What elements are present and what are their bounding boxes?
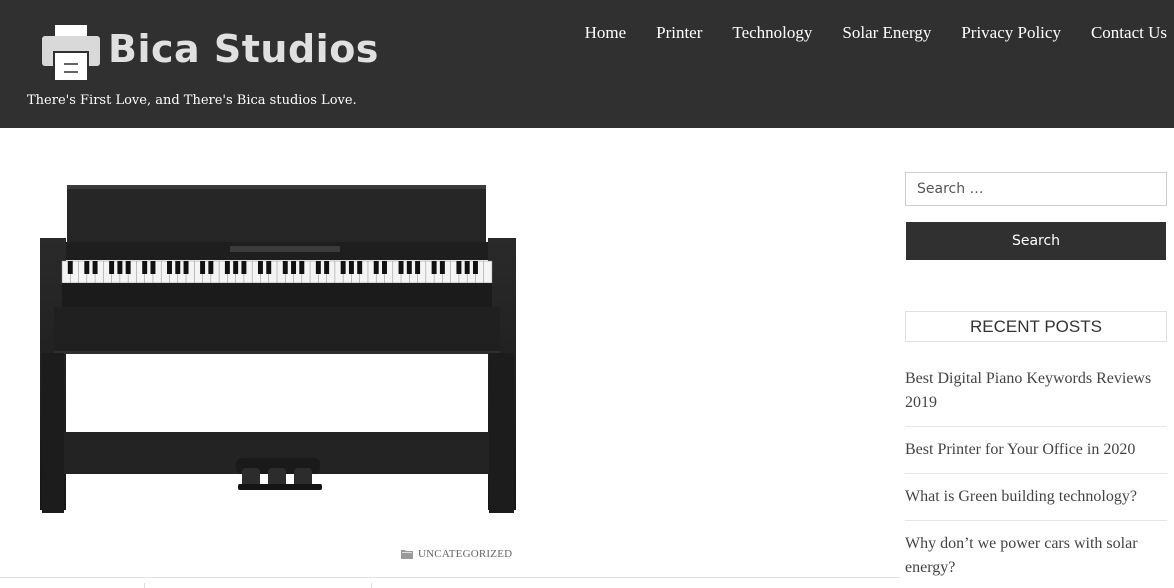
recent-posts-list: Best Digital Piano Keywords Reviews 2019… [905, 366, 1167, 588]
divider [0, 577, 900, 578]
site-title[interactable]: Bica Studios [108, 26, 379, 72]
nav-item-technology[interactable]: Technology [717, 20, 827, 46]
site-tagline: There's First Love, and There's Bica stu… [27, 93, 357, 108]
recent-post-link[interactable]: Best Printer for Your Office in 2020 [905, 438, 1167, 462]
list-item: Why don’t we power cars with solar energ… [905, 531, 1167, 588]
post-category: UNCATEGORIZED [400, 548, 512, 560]
digital-piano-image[interactable] [30, 170, 530, 530]
nav-item-solar-energy[interactable]: Solar Energy [827, 20, 946, 46]
recent-posts-title: RECENT POSTS [905, 311, 1167, 342]
divider-tick [144, 583, 145, 588]
search-button[interactable]: Search [906, 222, 1166, 260]
recent-post-link[interactable]: Best Digital Piano Keywords Reviews 2019 [905, 367, 1167, 415]
search-input[interactable] [905, 172, 1167, 206]
nav-item-home[interactable]: Home [570, 20, 642, 46]
nav-item-contact-us[interactable]: Contact Us [1076, 20, 1167, 46]
recent-post-link[interactable]: Why don’t we power cars with solar energ… [905, 532, 1167, 580]
folder-icon [401, 550, 413, 559]
site-header: Bica Studios There's First Love, and The… [0, 0, 1174, 128]
divider-tick [371, 583, 372, 588]
nav-item-privacy-policy[interactable]: Privacy Policy [946, 20, 1076, 46]
nav-item-printer[interactable]: Printer [641, 20, 717, 46]
list-item: Best Digital Piano Keywords Reviews 2019 [905, 366, 1167, 427]
main-nav: Home Printer Technology Solar Energy Pri… [570, 20, 1167, 46]
printer-icon[interactable] [42, 22, 100, 82]
list-item: Best Printer for Your Office in 2020 [905, 437, 1167, 474]
category-link[interactable]: UNCATEGORIZED [418, 548, 512, 560]
list-item: What is Green building technology? [905, 484, 1167, 521]
recent-post-link[interactable]: What is Green building technology? [905, 485, 1167, 509]
